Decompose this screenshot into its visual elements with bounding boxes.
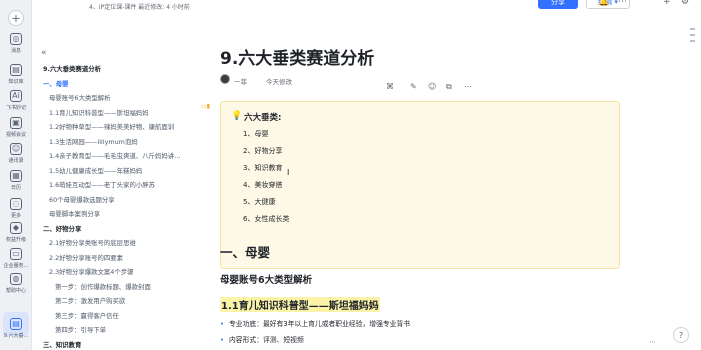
rail-item[interactable]: Ai 飞书妙记 <box>0 90 32 111</box>
floating-toolbar: ⌘ ✎ ☺ ⧉ ⋯ <box>380 82 500 94</box>
plus-icon[interactable]: + <box>663 0 671 7</box>
home-icon: ◎ <box>10 33 22 45</box>
callout-list-item: 3、知识教育 <box>243 164 283 172</box>
callout-title: 六大垂类: <box>244 113 282 123</box>
callout-list-item: 5、大健康 <box>243 198 276 206</box>
bullet-item: • 专业功底：最好有3年以上育儿或者职业经验，增强专业背书 <box>220 318 410 328</box>
copy-icon[interactable]: ⧉ <box>446 82 452 92</box>
rail-item[interactable]: ◎ 消息 <box>0 33 32 54</box>
rail-item[interactable]: ◆ 权益升级 <box>0 222 32 243</box>
doc-icon: ▤ <box>10 318 22 330</box>
link-icon[interactable]: ⌘ <box>386 82 394 91</box>
bullet-text: 专业功底：最好有3年以上育儿或者职业经验，增强专业背书 <box>229 320 411 328</box>
contacts-icon: ☺ <box>10 143 22 155</box>
more-icon-bottom[interactable]: ⋯ <box>649 338 656 346</box>
enterprise-icon: ▭ <box>10 248 22 260</box>
heading-2: 母婴账号6大类型解析 <box>220 275 313 286</box>
more-actions-icon[interactable]: ⋯ <box>464 82 472 91</box>
rail-item[interactable]: ◌ 更多 <box>0 198 32 219</box>
rail-item-label: 知识库 <box>8 79 24 85</box>
toc-item[interactable]: 2.2好物分享账号的四要素 <box>49 253 123 262</box>
toc-item[interactable]: 一、母婴 <box>43 79 69 88</box>
rail-item-label: 视频会议 <box>5 132 26 138</box>
rail-item[interactable]: ☺ 通讯录 <box>0 143 32 164</box>
top-bar: 4、IP定位课-课件 最近修改: 4 小时前 分享 编辑 ▾ 🔔 ⋯ + ⚙ <box>33 0 701 13</box>
callout-list-item: 2、好物分享 <box>243 147 283 155</box>
share-button[interactable]: 分享 <box>538 0 578 9</box>
new-button[interactable]: + <box>8 10 24 26</box>
rail-item[interactable]: ▦ 日历 <box>0 170 32 191</box>
bell-icon[interactable]: 🔔 <box>598 0 609 7</box>
rail-item-label: 帮助中心 <box>5 288 26 294</box>
toc-item[interactable]: 1.6萌娃互动型——老丁头家的小胖苏 <box>49 180 155 189</box>
toc-item[interactable]: 第四步：引导下单 <box>55 325 106 334</box>
comment-icon[interactable]: ▭▮ <box>201 103 213 111</box>
active-doc-tab-label[interactable]: ▤ 9.六大垂... <box>0 318 32 339</box>
toc-item[interactable]: 1.3生活网园——lillymum泡妈 <box>49 137 138 146</box>
callout-list-item: 4、美妆穿搭 <box>243 181 283 189</box>
author-name[interactable]: 一菲 <box>234 76 247 86</box>
more-icon[interactable]: ⋯ <box>618 0 627 7</box>
table-of-contents: « 9.六大垂类赛道分析 一、母婴母婴账号6大类型解析 1.1育儿知识科普型——斯坦… <box>33 40 210 350</box>
rail-item[interactable]: ▭ 企业服务... <box>0 248 32 269</box>
toc-item[interactable]: 2.3好物分享爆款文案4个步骤 <box>49 267 134 276</box>
rail-item-label: 企业服务... <box>3 263 29 269</box>
rail-item[interactable]: ▣ 视频会议 <box>0 117 32 138</box>
toc-item[interactable]: 第二步：激发用户购买欲 <box>55 296 125 305</box>
help-icon[interactable]: ? <box>673 327 689 343</box>
toc-item[interactable]: 9.六大垂类赛道分析 <box>43 64 101 73</box>
collapse-toc-icon[interactable]: « <box>41 48 47 58</box>
bullet-text: 内容形式：评测、短视频 <box>229 336 304 344</box>
emoji-icon[interactable]: ☺ <box>428 82 436 91</box>
bullet-dot-icon: • <box>220 336 225 344</box>
knowledge-icon: ▤ <box>10 64 22 76</box>
rail-item[interactable]: ◍ 帮助中心 <box>0 273 32 294</box>
video-icon: ▣ <box>10 117 22 129</box>
help-center-icon: ◍ <box>10 273 22 285</box>
toc-item[interactable]: 第一步：创作爆款标题、爆款封面 <box>55 282 151 291</box>
lightbulb-icon: 💡 <box>231 111 243 121</box>
rail-item-label: 通讯录 <box>8 158 24 164</box>
app-rail: + ◎ 消息 ▤ 知识库 Ai 飞书妙记 ▣ 视频会议 ☺ 通讯录 ▦ 日历 ◌ 更多 ◆ 权益升级 ▭ 企业服务… <box>0 0 32 350</box>
callout-list-item: 6、女性成长类 <box>243 215 290 223</box>
bullet-dot-icon: • <box>220 320 225 328</box>
calendar-icon: ▦ <box>10 170 22 182</box>
callout-block[interactable]: 💡 六大垂类: 1、母婴 2、好物分享 3、知识教育 4、美妆穿搭 5、大健康 6、女性成… <box>220 101 620 269</box>
rail-item[interactable]: ▤ 知识库 <box>0 64 32 85</box>
page-title: 9.六大垂类赛道分析 <box>220 49 375 69</box>
heading-3-highlighted: 1.1育儿知识科普型——斯坦福妈妈 <box>220 297 380 312</box>
bullet-item: • 内容形式：评测、短视频 <box>220 334 304 344</box>
text-cursor-icon: I <box>287 168 290 177</box>
callout-list-item: 1、母婴 <box>243 130 269 138</box>
toc-item[interactable]: 母婴脚本案例分享 <box>49 209 100 218</box>
toc-item[interactable]: 60个母婴爆款选题分享 <box>49 195 115 204</box>
toc-item[interactable]: 2.1好物分享类账号的底层思维 <box>49 238 136 247</box>
rail-item-label: 更多 <box>10 213 21 219</box>
toc-item[interactable]: 1.2好物种草型——辣妈美美好物、康航面训 <box>49 122 174 131</box>
breadcrumb[interactable]: 4、IP定位课-课件 最近修改: 4 小时前 <box>89 2 190 11</box>
avatar[interactable] <box>220 74 230 84</box>
toc-item[interactable]: 二、好物分享 <box>43 224 81 233</box>
heading-1: 一、母婴 <box>220 245 271 260</box>
toc-item[interactable]: 母婴账号6大类型解析 <box>49 93 111 102</box>
toc-item[interactable]: 三、知识教育 <box>43 340 81 349</box>
rail-item-label: 日历 <box>10 185 21 191</box>
rail-item-label: 权益升级 <box>5 237 26 243</box>
upgrade-icon: ◆ <box>10 222 22 234</box>
toc-item[interactable]: 第三步：赢得客户信任 <box>55 311 119 320</box>
modified-time: 今天修改 <box>266 78 292 86</box>
toc-item[interactable]: 1.4亲子教育型——毛毛虫爽道、八斤妈妈讲... <box>49 151 180 160</box>
more-icon: ◌ <box>10 198 22 210</box>
rail-item-label: 飞书妙记 <box>5 105 26 111</box>
rail-item-label: 消息 <box>10 48 21 54</box>
outline-minimap[interactable] <box>687 24 697 324</box>
toc-item[interactable]: 1.1育儿知识科普型——斯坦福妈妈 <box>49 108 149 117</box>
toc-item[interactable]: 1.5幼儿健康成长型——年糕妈妈 <box>49 166 142 175</box>
ai-icon: Ai <box>10 90 22 102</box>
comment-add-icon[interactable]: ✎ <box>410 82 417 91</box>
app-window: + ◎ 消息 ▤ 知识库 Ai 飞书妙记 ▣ 视频会议 ☺ 通讯录 ▦ 日历 ◌ 更多 ◆ 权益升级 ▭ 企业服务… <box>0 0 701 350</box>
settings-icon[interactable]: ⚙ <box>681 0 689 7</box>
